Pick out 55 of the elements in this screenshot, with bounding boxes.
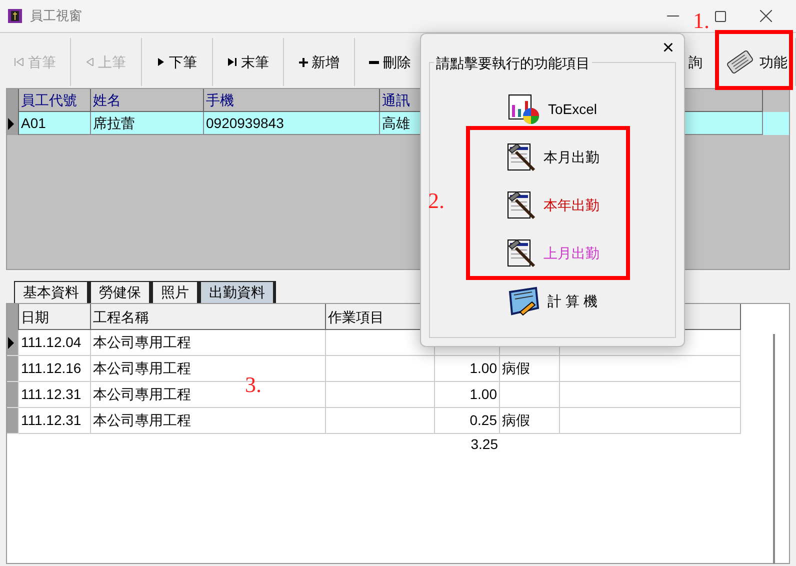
function-item[interactable]: 本月出勤 — [506, 139, 600, 175]
table-cell — [500, 382, 560, 408]
spreadsheet-chart-icon — [508, 93, 540, 125]
table-cell: 1.00 — [435, 382, 500, 408]
tab[interactable]: 照片 — [152, 281, 200, 303]
toolbar-button[interactable]: 末筆 — [213, 38, 284, 86]
row-pointer-icon — [7, 118, 15, 130]
tab[interactable]: 勞健保 — [90, 281, 152, 303]
toolbar-button[interactable]: 新增 — [284, 38, 355, 86]
table-cell: 本公司專用工程 — [91, 408, 326, 434]
first-record-icon — [14, 58, 24, 66]
function-item[interactable]: 本年出勤 — [506, 187, 600, 223]
last-record-icon — [227, 58, 237, 66]
calculator-pencil-icon — [508, 286, 540, 316]
table-cell: 0.25 — [435, 408, 500, 434]
table-cell: 本公司專用工程 — [91, 330, 326, 356]
table-cell: 111.12.31 — [19, 408, 91, 434]
table-cell: 席拉蕾 — [91, 112, 204, 135]
table-cell: 111.12.31 — [19, 382, 91, 408]
row-pointer-icon — [7, 336, 15, 348]
table-cell: 病假 — [500, 356, 560, 382]
minus-icon — [369, 60, 379, 64]
toolbar-button[interactable]: 下筆 — [142, 38, 213, 86]
column-header: 員工代號 — [19, 89, 91, 112]
column-header: 日期 — [19, 304, 91, 330]
total-hours: 3.25 — [470, 435, 499, 454]
tab[interactable]: 出勤資料 — [200, 281, 276, 303]
minimize-icon[interactable] — [667, 15, 679, 17]
table-cell: 111.12.16 — [19, 356, 91, 382]
next-icon — [157, 58, 165, 66]
row-indicator[interactable] — [7, 330, 19, 356]
function-item[interactable]: 計 算 機 — [508, 283, 598, 319]
column-header: 姓名 — [91, 89, 204, 112]
table-cell: A01 — [19, 112, 91, 135]
table-cell: 病假 — [500, 408, 560, 434]
table-cell: 1.00 — [435, 356, 500, 382]
previous-icon — [86, 58, 94, 66]
tab[interactable]: 基本資料 — [14, 281, 90, 303]
table-cell: 111.12.04 — [19, 330, 91, 356]
annotation-label: 2. — [428, 187, 444, 215]
plus-icon — [298, 58, 308, 66]
dialog-close-button[interactable]: × — [658, 38, 678, 58]
hammer-document-icon — [506, 142, 536, 172]
annotation-label: 1. — [693, 8, 710, 34]
column-header: 工程名稱 — [91, 304, 326, 330]
hammer-document-icon — [506, 190, 536, 220]
close-icon[interactable] — [760, 10, 772, 22]
app-icon — [8, 9, 22, 23]
hammer-document-icon — [506, 238, 536, 268]
toolbar-button[interactable]: 功能 — [716, 38, 796, 86]
table-cell: 0920939843 — [204, 112, 380, 135]
column-header: 手機 — [204, 89, 380, 112]
maximize-icon[interactable] — [715, 10, 726, 22]
function-item[interactable]: 上月出勤 — [506, 235, 600, 271]
window-title: 員工視窗 — [30, 7, 82, 26]
